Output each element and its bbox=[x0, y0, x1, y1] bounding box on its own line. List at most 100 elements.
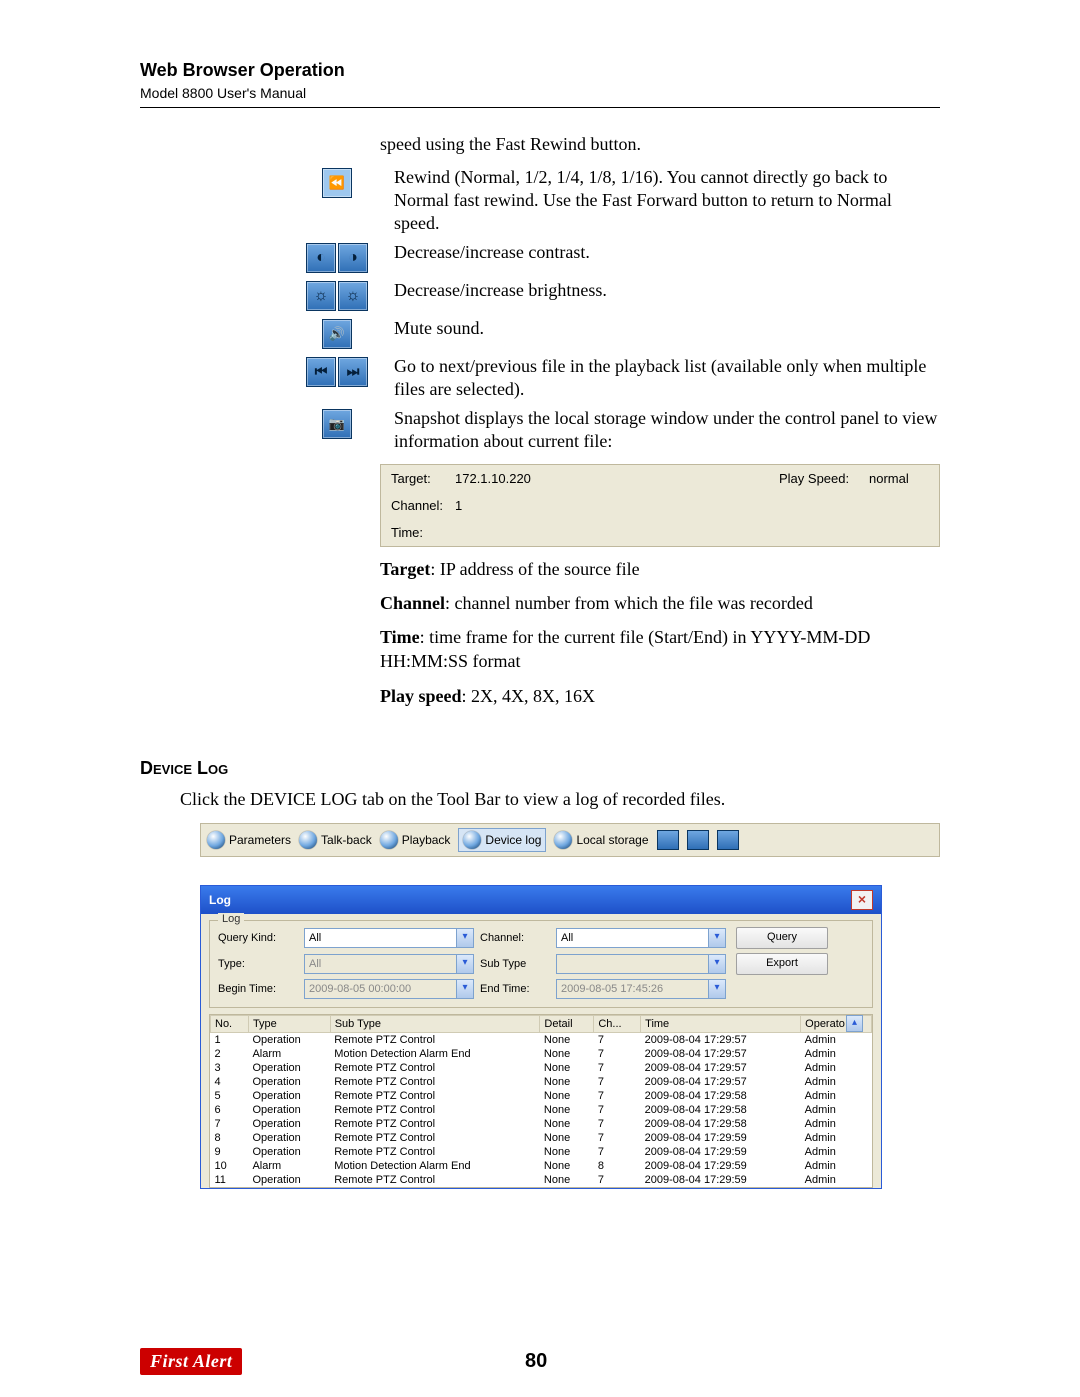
table-row[interactable]: 6OperationRemote PTZ ControlNone72009-08… bbox=[211, 1103, 872, 1117]
cell-no: 7 bbox=[211, 1117, 249, 1131]
cell-type: Operation bbox=[248, 1061, 330, 1075]
cell-time: 2009-08-04 17:29:59 bbox=[641, 1159, 801, 1173]
cell-time: 2009-08-04 17:29:59 bbox=[641, 1173, 801, 1187]
scroll-up-button[interactable]: ▴ bbox=[846, 1015, 863, 1032]
table-row[interactable]: 10AlarmMotion Detection Alarm EndNone820… bbox=[211, 1159, 872, 1173]
cell-type: Operation bbox=[248, 1089, 330, 1103]
table-row[interactable]: 5OperationRemote PTZ ControlNone72009-08… bbox=[211, 1089, 872, 1103]
chevron-down-icon: ▾ bbox=[708, 955, 725, 973]
def-target-t: : IP address of the source file bbox=[430, 559, 639, 579]
cell-ch: 7 bbox=[594, 1089, 641, 1103]
cell-op: Admin bbox=[801, 1061, 872, 1075]
label-query-kind: Query Kind: bbox=[218, 932, 298, 944]
col-detail[interactable]: Detail bbox=[540, 1016, 594, 1033]
cell-detail: None bbox=[540, 1061, 594, 1075]
combo-query-kind[interactable]: All▾ bbox=[304, 928, 474, 948]
cell-time: 2009-08-04 17:29:57 bbox=[641, 1047, 801, 1061]
label-channel: Channel: bbox=[480, 932, 550, 944]
footer: First Alert 80 bbox=[140, 1348, 940, 1375]
query-button[interactable]: Query bbox=[736, 927, 828, 949]
snap-target-value: 172.1.10.220 bbox=[455, 471, 565, 486]
col-no[interactable]: No. bbox=[211, 1016, 249, 1033]
tab-parameters[interactable]: Parameters bbox=[207, 831, 291, 849]
cell-type: Operation bbox=[248, 1145, 330, 1159]
tab-localstorage-label: Local storage bbox=[576, 833, 648, 847]
cell-ch: 7 bbox=[594, 1173, 641, 1187]
col-channel[interactable]: Ch... bbox=[594, 1016, 641, 1033]
close-button[interactable]: × bbox=[851, 890, 873, 910]
cell-op: Admin bbox=[801, 1075, 872, 1089]
cell-no: 11 bbox=[211, 1173, 249, 1187]
combo-subtype[interactable]: ▾ bbox=[556, 954, 726, 974]
toolbar: Parameters Talk-back Playback Device log… bbox=[200, 823, 940, 857]
cell-no: 9 bbox=[211, 1145, 249, 1159]
tool-sq-3-icon[interactable] bbox=[717, 830, 739, 850]
def-play-b: Play speed bbox=[380, 686, 462, 706]
tab-localstorage[interactable]: Local storage bbox=[554, 831, 648, 849]
tab-devicelog[interactable]: Device log bbox=[458, 828, 546, 852]
col-subtype[interactable]: Sub Type bbox=[330, 1016, 540, 1033]
combo-type[interactable]: All ▾ bbox=[304, 954, 474, 974]
tab-talkback[interactable]: Talk-back bbox=[299, 831, 372, 849]
cell-detail: None bbox=[540, 1089, 594, 1103]
cell-time: 2009-08-04 17:29:59 bbox=[641, 1145, 801, 1159]
cell-sub: Remote PTZ Control bbox=[330, 1033, 540, 1048]
cell-ch: 7 bbox=[594, 1033, 641, 1048]
tab-playback[interactable]: Playback bbox=[380, 831, 451, 849]
table-row[interactable]: 9OperationRemote PTZ ControlNone72009-08… bbox=[211, 1145, 872, 1159]
table-row[interactable]: 7OperationRemote PTZ ControlNone72009-08… bbox=[211, 1117, 872, 1131]
export-button[interactable]: Export bbox=[736, 953, 828, 975]
cell-type: Operation bbox=[248, 1033, 330, 1048]
log-window-titlebar: Log × bbox=[201, 886, 881, 914]
def-time-b: Time bbox=[380, 627, 420, 647]
col-time[interactable]: Time bbox=[641, 1016, 801, 1033]
table-row[interactable]: 4OperationRemote PTZ ControlNone72009-08… bbox=[211, 1075, 872, 1089]
table-row[interactable]: 3OperationRemote PTZ ControlNone72009-08… bbox=[211, 1061, 872, 1075]
cell-detail: None bbox=[540, 1075, 594, 1089]
combo-query-kind-value: All bbox=[309, 932, 321, 944]
parameters-icon bbox=[207, 831, 225, 849]
table-row[interactable]: 11OperationRemote PTZ ControlNone72009-0… bbox=[211, 1173, 872, 1187]
cell-ch: 7 bbox=[594, 1103, 641, 1117]
cell-time: 2009-08-04 17:29:57 bbox=[641, 1075, 801, 1089]
cell-sub: Remote PTZ Control bbox=[330, 1173, 540, 1187]
cell-sub: Remote PTZ Control bbox=[330, 1089, 540, 1103]
talkback-icon bbox=[299, 831, 317, 849]
table-row[interactable]: 8OperationRemote PTZ ControlNone72009-08… bbox=[211, 1131, 872, 1145]
cell-ch: 7 bbox=[594, 1061, 641, 1075]
def-time-t: : time frame for the current file (Start… bbox=[380, 627, 870, 671]
table-row[interactable]: 1OperationRemote PTZ ControlNone72009-08… bbox=[211, 1033, 872, 1048]
cell-no: 4 bbox=[211, 1075, 249, 1089]
chevron-down-icon: ▾ bbox=[708, 929, 725, 947]
chevron-down-icon: ▾ bbox=[456, 955, 473, 973]
log-window: Log × Log Query Kind: All▾ Channel: All▾… bbox=[200, 885, 882, 1189]
combo-type-value: All bbox=[309, 958, 321, 970]
cell-no: 8 bbox=[211, 1131, 249, 1145]
label-subtype: Sub Type bbox=[480, 958, 550, 970]
combo-channel[interactable]: All ▾ bbox=[556, 928, 726, 948]
page-title: Web Browser Operation bbox=[140, 60, 940, 81]
cell-op: Admin bbox=[801, 1145, 872, 1159]
tool-sq-1-icon[interactable] bbox=[657, 830, 679, 850]
tool-sq-2-icon[interactable] bbox=[687, 830, 709, 850]
cell-sub: Motion Detection Alarm End bbox=[330, 1159, 540, 1173]
cell-sub: Remote PTZ Control bbox=[330, 1145, 540, 1159]
cell-ch: 7 bbox=[594, 1131, 641, 1145]
col-type[interactable]: Type bbox=[248, 1016, 330, 1033]
cell-type: Alarm bbox=[248, 1159, 330, 1173]
cell-detail: None bbox=[540, 1145, 594, 1159]
cell-sub: Remote PTZ Control bbox=[330, 1117, 540, 1131]
table-row[interactable]: 2AlarmMotion Detection Alarm EndNone7200… bbox=[211, 1047, 872, 1061]
device-log-intro: Click the DEVICE LOG tab on the Tool Bar… bbox=[180, 787, 940, 811]
combo-channel-value: All bbox=[561, 932, 573, 944]
cell-detail: None bbox=[540, 1159, 594, 1173]
combo-endtime[interactable]: 2009-08-05 17:45:26▾ bbox=[556, 979, 726, 999]
table-header-row: No. Type Sub Type Detail Ch... Time Oper… bbox=[211, 1016, 872, 1033]
cell-op: Admin bbox=[801, 1047, 872, 1061]
combo-begintime[interactable]: 2009-08-05 00:00:00▾ bbox=[304, 979, 474, 999]
cell-type: Operation bbox=[248, 1103, 330, 1117]
log-table-wrap: No. Type Sub Type Detail Ch... Time Oper… bbox=[209, 1014, 873, 1188]
nextprev-desc: Go to next/previous file in the playback… bbox=[388, 355, 940, 401]
fast-rewind-icon: ⏪ bbox=[322, 168, 352, 198]
tab-devicelog-label: Device log bbox=[485, 833, 541, 847]
